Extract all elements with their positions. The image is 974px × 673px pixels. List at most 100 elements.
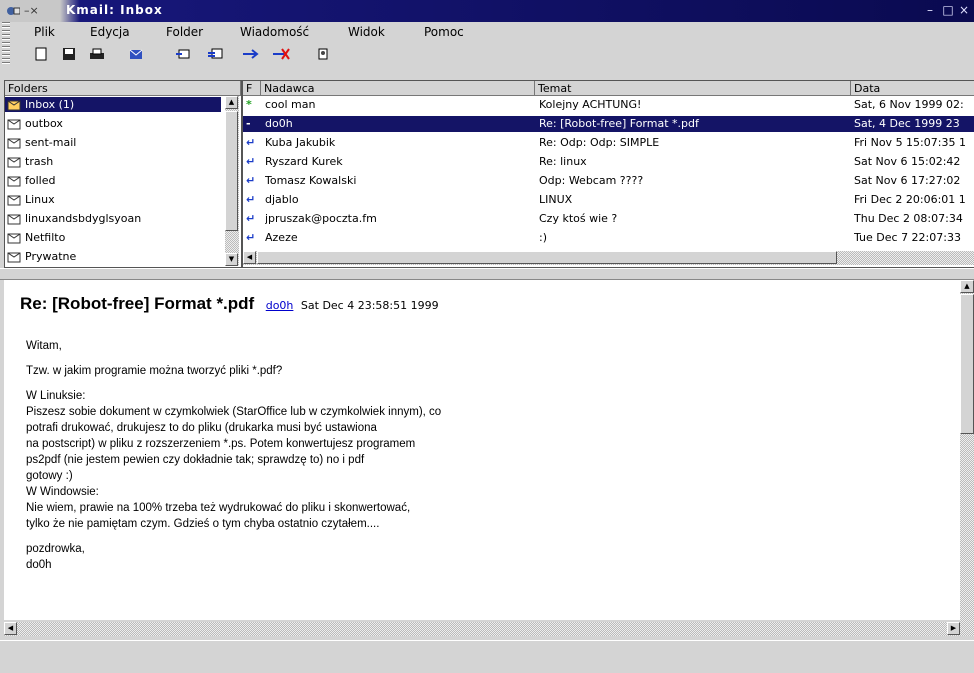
folder-item[interactable]: outbox	[5, 116, 221, 131]
folder-scroll-thumb[interactable]	[225, 111, 238, 231]
message-date: Tue Dec 7 22:07:33	[854, 231, 961, 244]
menubar-grip[interactable]	[2, 22, 10, 42]
window-title: Kmail: Inbox	[66, 3, 163, 17]
folder-icon	[7, 212, 21, 225]
message-subject: Re: [Robot-free] Format *.pdf	[539, 117, 699, 130]
menu-folder[interactable]: Folder	[166, 25, 203, 39]
message-row[interactable]: * cool man Kolejny ACHTUNG! Sat, 6 Nov 1999…	[243, 97, 974, 113]
message-row[interactable]: ↵ Tomasz Kowalski Odp: Webcam ???? Sat Nov …	[243, 173, 974, 189]
column-flag[interactable]: F	[243, 81, 261, 96]
kmail-app-icon[interactable]	[6, 4, 20, 18]
message-row[interactable]: - do0h Re: [Robot-free] Format *.pdf Sat, 4…	[243, 116, 974, 132]
preview-date: Sat Dec 4 23:58:51 1999	[300, 299, 439, 312]
trash-icon	[7, 155, 21, 168]
menu-file[interactable]: Plik	[34, 25, 55, 39]
folder-item[interactable]: linuxandsbdyglsyoan	[5, 211, 221, 226]
folder-item-label: sent-mail	[25, 136, 77, 149]
column-subject[interactable]: Temat	[535, 81, 851, 96]
preview-body: Witam, Tzw. w jakim programie można twor…	[26, 338, 926, 582]
save-icon[interactable]	[58, 44, 80, 64]
folder-item-label: Linux	[25, 193, 55, 206]
preview-subject: Re: [Robot-free] Format *.pdf	[20, 294, 255, 313]
message-flag: ↵	[246, 193, 256, 206]
close-button[interactable]: ×	[956, 3, 972, 18]
menu-view[interactable]: Widok	[348, 25, 385, 39]
sent-mail-icon	[7, 136, 21, 149]
message-row[interactable]: ↵ Azeze:) Tue Dec 7 22:07:33	[243, 230, 974, 246]
scroll-left-icon[interactable]: ◀	[243, 251, 256, 264]
message-subject: Re: Odp: Odp: SIMPLE	[539, 136, 660, 149]
folder-item[interactable]: Prywatne	[5, 249, 221, 264]
message-date: Fri Dec 2 20:06:01 1	[854, 193, 966, 206]
title-bar: –× Kmail: Inbox – □ ×	[0, 0, 974, 22]
message-flag: ↵	[246, 174, 256, 187]
message-subject: LINUX	[539, 193, 573, 206]
folder-item[interactable]: Inbox (1)	[5, 97, 221, 112]
reply-all-icon[interactable]	[204, 44, 226, 64]
new-mail-icon[interactable]	[30, 44, 52, 64]
preview-scroll-thumb[interactable]	[960, 294, 974, 434]
message-date: Sat, 6 Nov 1999 02:	[854, 98, 964, 111]
message-preview: Re: [Robot-free] Format *.pdf do0h Sat D…	[4, 280, 960, 620]
scroll-up-icon[interactable]: ▲	[225, 96, 238, 109]
folder-item[interactable]: Netfilto	[5, 230, 221, 245]
folder-scrollbar[interactable]: ▲ ▼	[225, 96, 239, 266]
menu-message[interactable]: Wiadomość	[240, 25, 309, 39]
folder-item[interactable]: trash	[5, 154, 221, 169]
preview-from-link[interactable]: do0h	[266, 299, 294, 312]
message-row[interactable]: ↵ djablo LINUX Fri Dec 2 20:06:01 1	[243, 192, 974, 208]
message-sender: jpruszak@poczta.fm	[265, 212, 377, 225]
body-paragraph: pozdrowka, do0h	[26, 543, 85, 571]
folder-item-label: Prywatne	[25, 250, 77, 263]
folder-item[interactable]: Linux	[5, 192, 221, 207]
message-subject: Re: linux	[539, 155, 587, 168]
message-date: Thu Dec 2 08:07:34	[854, 212, 963, 225]
message-list: F Nadawca Temat Data * cool man Kolejny AC…	[242, 80, 974, 268]
forward-icon[interactable]	[240, 44, 262, 64]
maximize-button[interactable]: □	[940, 3, 956, 18]
preview-header: Re: [Robot-free] Format *.pdf do0h Sat D…	[20, 294, 439, 314]
body-paragraph: W Linuksie: Piszesz sobie dokument w czy…	[26, 390, 442, 530]
reply-icon[interactable]	[172, 44, 194, 64]
scroll-down-icon[interactable]: ▼	[225, 253, 238, 266]
folders-column-header[interactable]: Folders	[5, 81, 241, 96]
message-subject: Kolejny ACHTUNG!	[539, 98, 642, 111]
message-row[interactable]: ↵ jpruszak@poczta.fm Czy ktoś wie ? Thu Dec…	[243, 211, 974, 227]
message-row[interactable]: ↵ Ryszard Kurek Re: linux Sat Nov 6 15:02:4…	[243, 154, 974, 170]
folder-item-label: trash	[25, 155, 54, 168]
print-icon[interactable]	[86, 44, 108, 64]
message-hscrollbar[interactable]: ◀	[243, 251, 974, 265]
minimize-button[interactable]: –	[922, 3, 938, 18]
folder-item-label: Inbox (1)	[25, 98, 75, 111]
folder-pane: Folders Inbox (1) outbox sent-mail trash fol…	[4, 80, 242, 268]
column-date[interactable]: Data	[851, 81, 974, 96]
message-sender: djablo	[265, 193, 299, 206]
folder-icon	[7, 250, 21, 263]
folder-item-label: outbox	[25, 117, 63, 130]
outbox-icon	[7, 117, 21, 130]
message-subject: Odp: Webcam ????	[539, 174, 644, 187]
message-hscroll-thumb[interactable]	[257, 251, 837, 264]
message-row[interactable]: ↵ Kuba Jakubik Re: Odp: Odp: SIMPLE Fri Nov…	[243, 135, 974, 151]
menu-help[interactable]: Pomoc	[424, 25, 464, 39]
check-mail-icon[interactable]	[126, 44, 148, 64]
folder-item-label: folled	[25, 174, 56, 187]
message-flag: ↵	[246, 212, 256, 225]
message-sender: Tomasz Kowalski	[265, 174, 357, 187]
menu-edit[interactable]: Edycja	[90, 25, 130, 39]
folder-item[interactable]: sent-mail	[5, 135, 221, 150]
addressbook-icon[interactable]	[312, 44, 334, 64]
message-flag: *	[246, 98, 252, 111]
scroll-up-icon[interactable]: ▲	[960, 280, 974, 293]
scroll-right-icon[interactable]: ▶	[947, 622, 960, 635]
preview-hscrollbar[interactable]: ◀ ▶	[4, 622, 960, 636]
window-menu-icon[interactable]: –×	[24, 4, 39, 17]
scroll-left-icon[interactable]: ◀	[4, 622, 17, 635]
toolbar-grip[interactable]	[2, 42, 10, 66]
delete-icon[interactable]	[270, 44, 292, 64]
body-paragraph: Witam,	[26, 340, 62, 352]
folder-item[interactable]: folled	[5, 173, 221, 188]
column-sender[interactable]: Nadawca	[261, 81, 535, 96]
pane-splitter[interactable]	[0, 268, 974, 280]
preview-vscrollbar[interactable]: ▲	[960, 280, 974, 636]
